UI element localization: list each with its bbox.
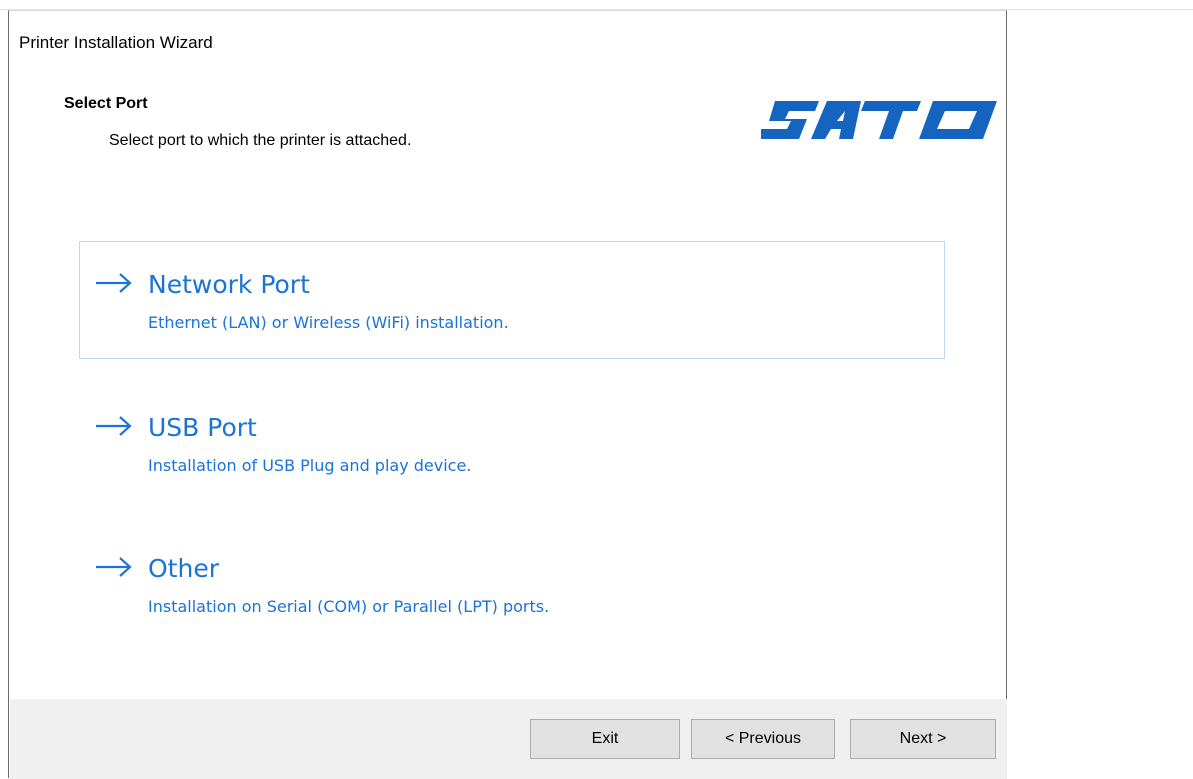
option-network-port[interactable]: Network Port Ethernet (LAN) or Wireless … — [79, 241, 945, 359]
option-other[interactable]: Other Installation on Serial (COM) or Pa… — [79, 525, 945, 643]
page-subtitle: Select port to which the printer is atta… — [109, 132, 412, 149]
sato-logo — [757, 99, 997, 141]
window-title: Printer Installation Wizard — [19, 33, 213, 52]
arrow-right-icon — [96, 416, 132, 436]
option-title: USB Port — [148, 413, 257, 442]
button-bar: Exit < Previous Next > — [10, 699, 1007, 779]
option-description: Installation on Serial (COM) or Parallel… — [148, 597, 550, 616]
page-title: Select Port — [64, 95, 148, 112]
option-title: Network Port — [148, 270, 310, 299]
arrow-right-icon — [96, 557, 132, 577]
next-button[interactable]: Next > — [850, 719, 996, 759]
option-title: Other — [148, 554, 219, 583]
sato-logo-icon — [757, 101, 997, 139]
option-usb-port[interactable]: USB Port Installation of USB Plug and pl… — [79, 384, 945, 502]
option-description: Ethernet (LAN) or Wireless (WiFi) instal… — [148, 313, 509, 332]
wizard-window: Printer Installation Wizard Select Port … — [8, 10, 1007, 779]
previous-button[interactable]: < Previous — [691, 719, 835, 759]
option-description: Installation of USB Plug and play device… — [148, 456, 472, 475]
arrow-right-icon — [96, 273, 132, 293]
exit-button[interactable]: Exit — [530, 719, 680, 759]
